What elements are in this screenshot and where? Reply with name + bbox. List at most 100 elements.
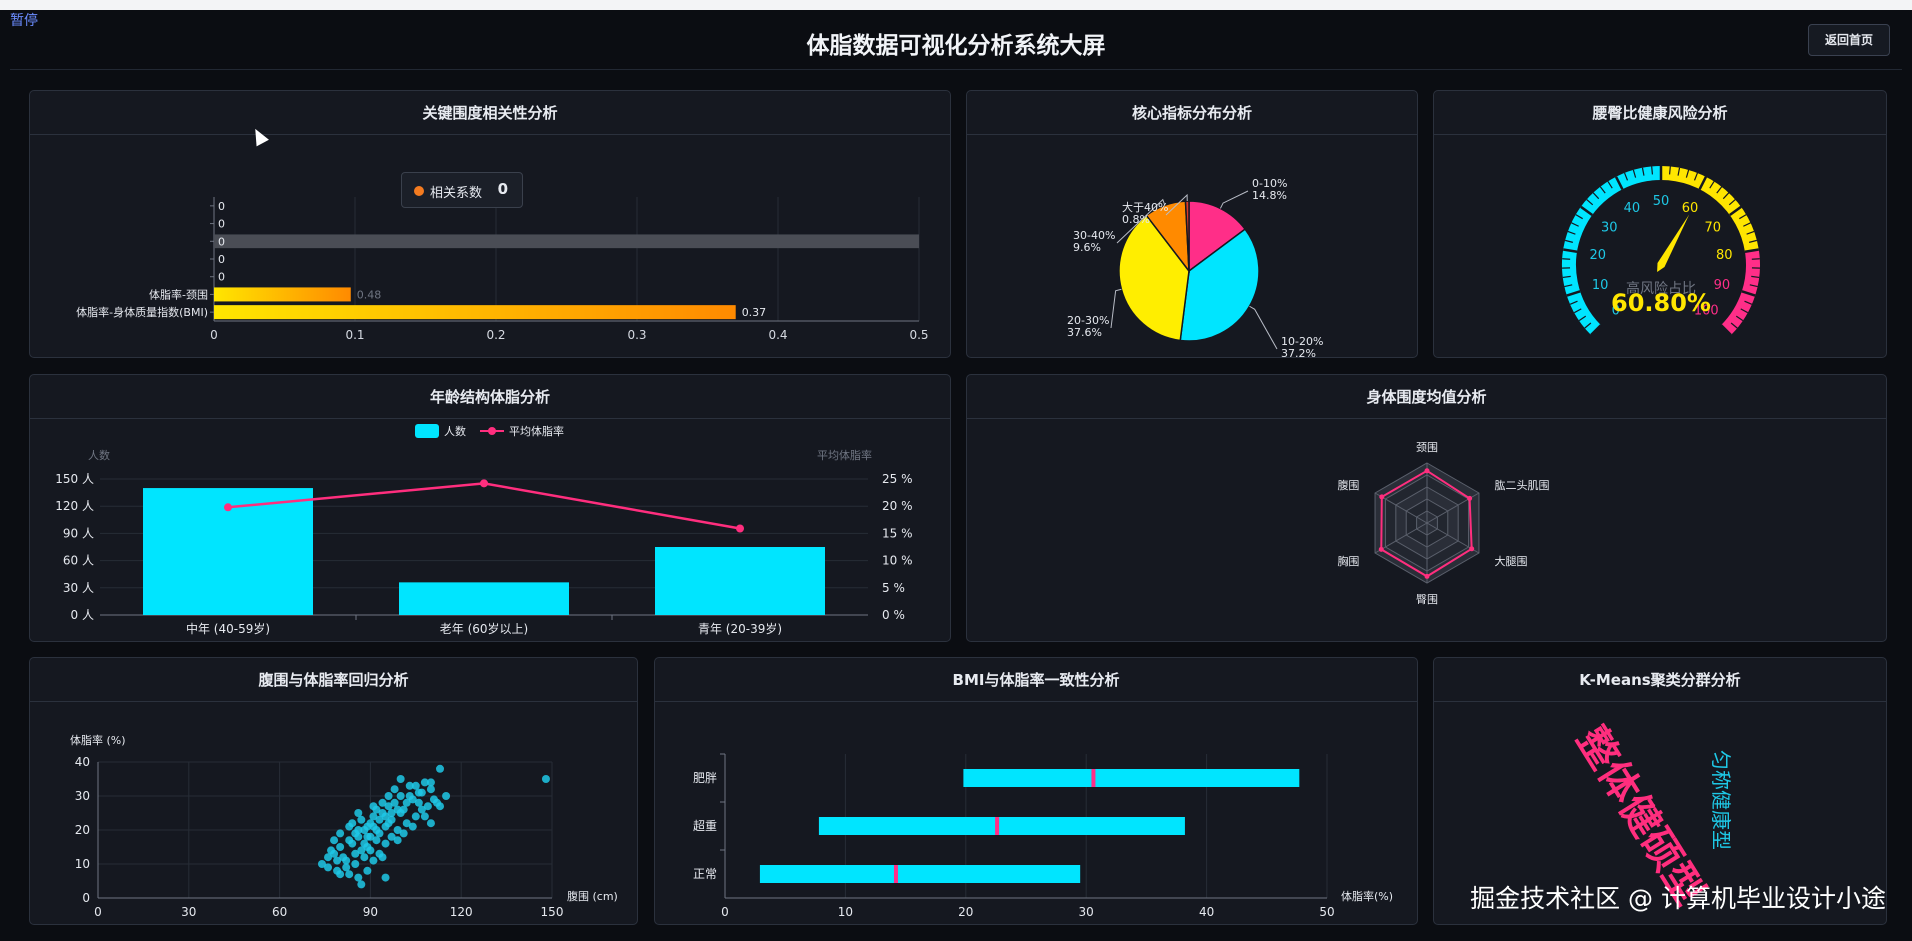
scatter-point xyxy=(336,870,345,879)
gauge-tick-label: 70 xyxy=(1705,220,1722,235)
scatter-point xyxy=(402,798,411,807)
gauge-tick-label: 90 xyxy=(1714,278,1731,293)
pie-label-line xyxy=(1110,288,1122,329)
bar-value-label: 0.48 xyxy=(357,288,382,301)
scatter-point xyxy=(442,792,451,800)
scatter-point xyxy=(381,812,390,821)
pie-label: 大于40% xyxy=(1122,200,1168,214)
scatter-point xyxy=(342,863,351,872)
pie-percent-label: 37.6% xyxy=(1067,326,1102,339)
radar-panel: 身体围度均值分析 颈围 肱二头肌围 大腿围 臀围 胸围 腹围 xyxy=(966,374,1887,642)
x-tick-label: 0.4 xyxy=(768,328,787,342)
pie-percent-label: 0.8% xyxy=(1122,213,1150,226)
correlation-panel-title: 关键围度相关性分析 xyxy=(30,91,950,135)
scatter-point xyxy=(429,795,438,804)
watermark: 掘金技术社区 @ 计算机毕业设计小途 xyxy=(1470,884,1886,913)
pie-percent-label: 37.2% xyxy=(1281,347,1316,358)
x-tick-label: 10 xyxy=(838,905,853,919)
scatter-point xyxy=(330,836,339,845)
scatter-point xyxy=(393,805,402,814)
box-range xyxy=(759,865,1081,883)
legend-swatch-count xyxy=(415,424,439,438)
x-tick-label: 0.3 xyxy=(627,328,646,342)
scatter-point xyxy=(384,819,393,828)
legend-dot-fatrate xyxy=(488,427,496,435)
scatter-point xyxy=(357,815,366,824)
y-axis-name-left: 人数 xyxy=(88,449,110,462)
scatter-point xyxy=(411,812,420,821)
gauge-panel-title: 腰臀比健康风险分析 xyxy=(1434,91,1886,135)
x-tick-label: 0 xyxy=(721,905,729,919)
back-home-button[interactable]: 返回首页 xyxy=(1807,24,1890,56)
radar-point xyxy=(1469,546,1475,552)
page-header: 体脂数据可视化分析系统大屏 返回首页 xyxy=(10,12,1902,70)
x-tick-label: 0.1 xyxy=(345,328,364,342)
risk-gauge-chart[interactable]: 010203040 50 60708090100高风险占比60.80% xyxy=(1434,135,1887,358)
x-category-label: 中年 (40-59岁) xyxy=(186,621,270,636)
scatter-point xyxy=(399,829,408,838)
distribution-pie-chart[interactable]: 0-10%14.8%10-20%37.2%20-30%37.6%30-40%9.… xyxy=(967,135,1418,358)
tooltip: 相关系数 0 xyxy=(401,172,523,208)
y-tick-label: 40 xyxy=(75,755,90,769)
scatter-point xyxy=(369,802,378,811)
scatter-point xyxy=(378,798,387,807)
x-category-label: 老年 (60岁以上) xyxy=(440,621,528,636)
pie-label-line xyxy=(1219,190,1249,209)
box-range xyxy=(963,769,1300,787)
scatter-point xyxy=(408,822,417,831)
y-category-label: 体脂率-颈围 xyxy=(149,287,208,301)
y-tick-label: 10 xyxy=(75,857,90,871)
fatrate-point xyxy=(224,503,232,512)
scatter-chart[interactable]: 体脂率 (%) 0 30 60 90 120 150 0 10 20 30 40 腹围 (cm) xyxy=(30,702,638,925)
scatter-panel: 腹围与体脂率回归分析 体脂率 (%) 0 30 60 90 120 150 0 10 20 30 40… xyxy=(29,657,638,925)
legend-label-fatrate: 平均体脂率 xyxy=(509,424,564,438)
scatter-point xyxy=(354,873,363,882)
y-category-label: 正常 xyxy=(693,867,717,881)
y-tick-label-left: 120 人 xyxy=(55,499,94,513)
radar-chart[interactable]: 颈围肱二头肌围大腿围臀围 胸围 腹围 xyxy=(967,419,1887,642)
kmeans-panel-title: K-Means聚类分群分析 xyxy=(1434,658,1886,702)
scatter-point xyxy=(360,839,369,848)
scatter-point xyxy=(366,846,375,855)
fatrate-point xyxy=(480,479,488,488)
scatter-point xyxy=(351,860,360,868)
age-panel: 年龄结构体脂分析 人数 平均体脂率 人数 平均体脂率 0 人 30 人 60 人 90 人 12… xyxy=(29,374,951,642)
scatter-point xyxy=(345,836,354,845)
pie-label-line xyxy=(1249,305,1278,350)
y-tick-label-right: 20 % xyxy=(882,499,913,513)
x-tick-label: 0.2 xyxy=(486,328,505,342)
scatter-point xyxy=(378,853,387,862)
scatter-point xyxy=(345,870,354,879)
scatter-point xyxy=(426,819,435,828)
radar-indicator-label: 臀围 xyxy=(1416,593,1438,606)
y-tick-label-right: 5 % xyxy=(882,581,905,595)
radar-panel-title: 身体围度均值分析 xyxy=(967,375,1886,419)
scatter-point xyxy=(351,849,360,858)
x-axis-name: 腹围 (cm) xyxy=(567,889,618,903)
age-structure-chart[interactable]: 人数 平均体脂率人数 平均体脂率0 人30 人60 人90 人120 人150 人0… xyxy=(30,419,951,642)
correlation-panel: 关键围度相关性分析 0 0.1 0.2 0.3 0.4 0.5 0 0 0 0 0 体脂率-颈围 0.4… xyxy=(29,90,951,358)
pie-percent-label: 14.8% xyxy=(1252,189,1287,202)
scatter-point xyxy=(372,836,381,845)
x-tick-label: 0.5 xyxy=(909,328,928,342)
y-tick-label-right: 0 % xyxy=(882,608,905,622)
scatter-point xyxy=(393,836,402,845)
cluster-word-secondary: 匀称健康型 xyxy=(1709,750,1733,850)
y-tick-label-left: 30 人 xyxy=(63,581,94,595)
top-strip xyxy=(0,0,1912,10)
scatter-point xyxy=(336,829,345,838)
scatter-point xyxy=(381,873,390,882)
box-median xyxy=(893,865,898,883)
x-tick-label: 120 xyxy=(450,905,473,919)
gauge-pointer xyxy=(1657,214,1690,272)
bar-value-label: 0 xyxy=(218,253,225,266)
scatter-point xyxy=(414,798,423,807)
page-title: 体脂数据可视化分析系统大屏 xyxy=(806,33,1106,59)
correlation-chart[interactable]: 0 0.1 0.2 0.3 0.4 0.5 0 0 0 0 0 体脂率-颈围 0.48 体脂率-身体质量指… xyxy=(30,135,951,358)
radar-indicator-label: 胸围 xyxy=(1337,554,1359,568)
scatter-point xyxy=(333,856,342,865)
scatter-point xyxy=(363,866,372,875)
bmi-boxplot-chart[interactable]: 0 10 20 30 40 50 体脂率(%) 肥胖超重正常 xyxy=(655,702,1418,925)
radar-point xyxy=(1424,573,1430,579)
scatter-point xyxy=(396,775,405,783)
